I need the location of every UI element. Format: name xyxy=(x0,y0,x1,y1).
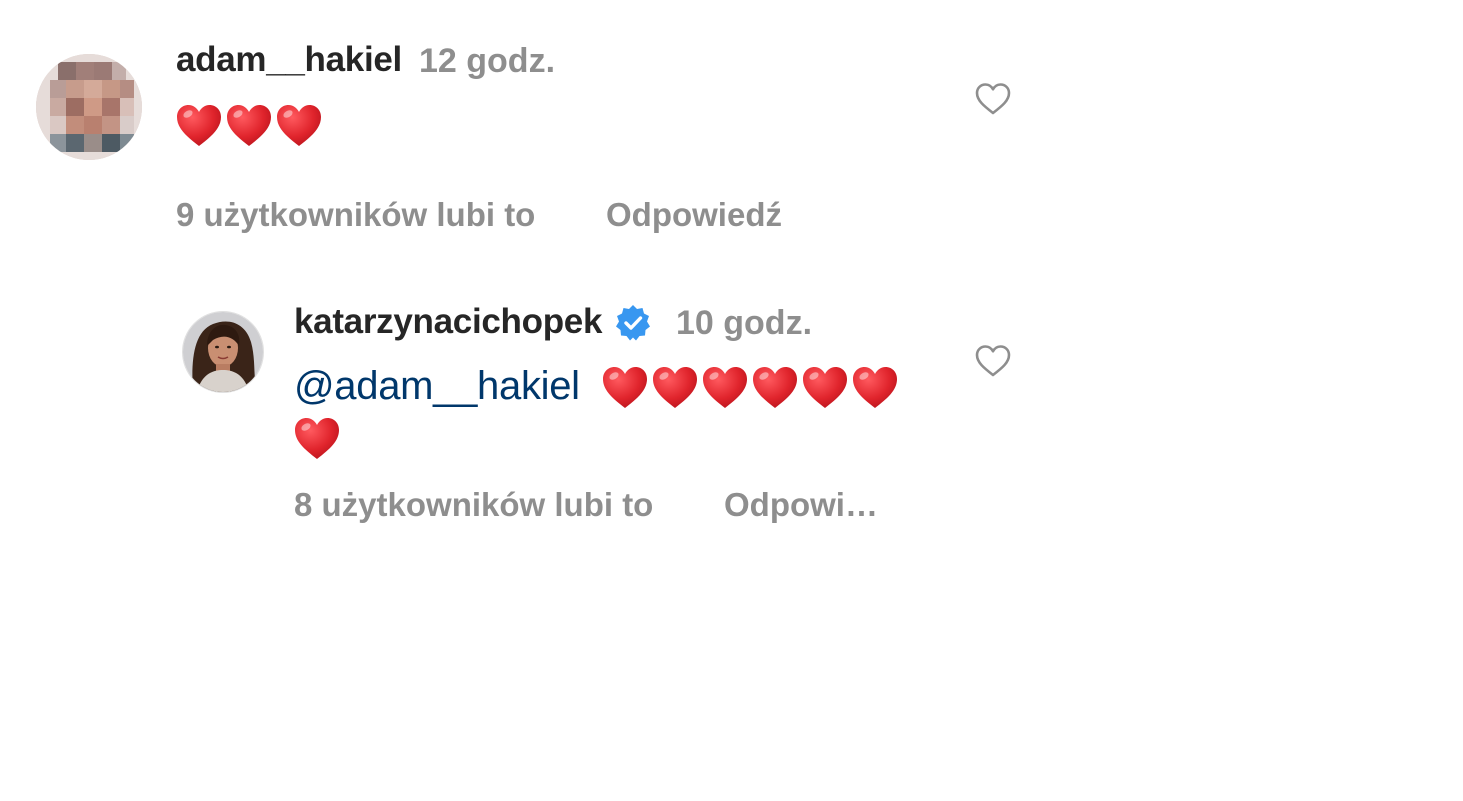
reply-button[interactable]: Odpowiedź xyxy=(606,196,782,234)
red-heart-emoji xyxy=(294,417,340,461)
red-heart-emoji xyxy=(852,366,898,410)
comment-timestamp[interactable]: 10 godz. xyxy=(676,304,812,343)
red-heart-emoji xyxy=(752,366,798,410)
red-heart-emoji xyxy=(702,366,748,410)
heart-outline-icon[interactable] xyxy=(975,344,1011,378)
mention-link[interactable]: @adam__hakiel xyxy=(294,364,580,409)
red-heart-emoji xyxy=(226,104,272,148)
avatar[interactable] xyxy=(182,311,264,393)
heart-outline-icon[interactable] xyxy=(975,82,1011,116)
comment-emoji-row xyxy=(602,366,902,410)
avatar[interactable] xyxy=(36,54,142,160)
red-heart-emoji xyxy=(652,366,698,410)
red-heart-emoji xyxy=(176,104,222,148)
comment-username[interactable]: adam__hakiel xyxy=(176,40,402,80)
comment-text xyxy=(176,104,326,148)
likes-count-link[interactable]: 9 użytkowników lubi to xyxy=(176,196,535,234)
red-heart-emoji xyxy=(802,366,848,410)
comment-timestamp[interactable]: 12 godz. xyxy=(419,42,555,81)
likes-count-link[interactable]: 8 użytkowników lubi to xyxy=(294,486,653,524)
comment-emoji-row xyxy=(294,417,344,461)
profile-photo-avatar-image xyxy=(183,312,263,392)
reply-button[interactable]: Odpowi… xyxy=(724,486,878,524)
red-heart-emoji xyxy=(602,366,648,410)
verified-badge-icon xyxy=(616,305,650,341)
comment-username[interactable]: katarzynacichopek xyxy=(294,302,602,342)
pixelated-avatar-image xyxy=(36,54,142,160)
red-heart-emoji xyxy=(276,104,322,148)
